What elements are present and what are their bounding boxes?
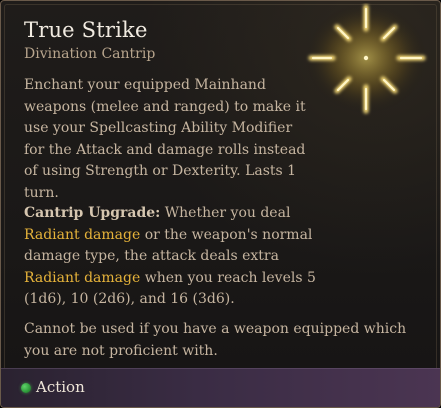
spell-description: Enchant your equipped Mainhand weapons (… [24,77,306,201]
proficiency-note: Cannot be used if you have a weapon equi… [24,321,407,359]
spell-title: True Strike [24,18,148,42]
cantrip-upgrade: Cantrip Upgrade: Whether you deal Radian… [24,203,324,311]
radiant-damage-link-2[interactable]: Radiant damage [24,270,140,286]
true-strike-crosshair-icon [304,3,428,114]
spell-tooltip: True Strike Divination Cantrip Enchant y… [0,0,441,408]
upgrade-label: Cantrip Upgrade: [24,205,161,221]
spell-school: Divination Cantrip [24,46,156,62]
upgrade-text-1: Whether you deal [160,205,291,221]
action-dot-icon [21,383,31,393]
action-type-label: Action [36,378,85,396]
radiant-damage-link-1[interactable]: Radiant damage [24,227,140,243]
action-footer: Action [1,368,440,407]
